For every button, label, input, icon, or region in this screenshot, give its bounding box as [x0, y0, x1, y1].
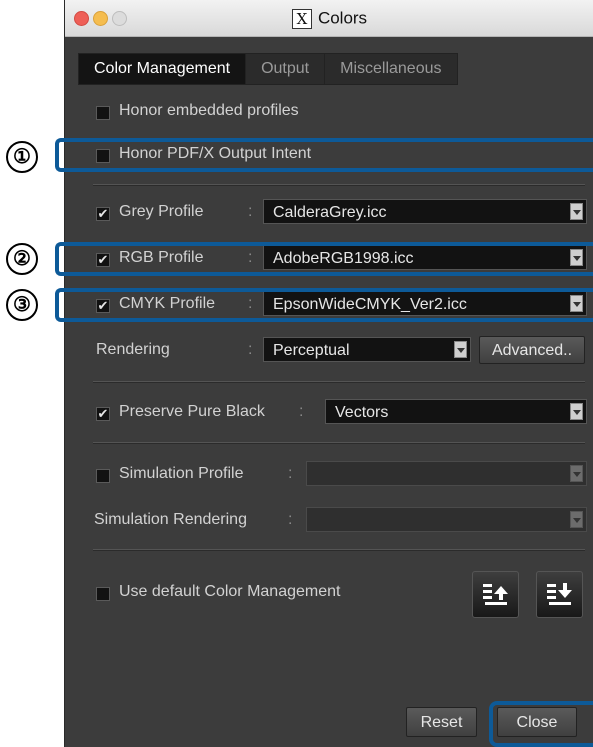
callout-frame-1 [55, 138, 593, 172]
callout-number-1: ① [6, 141, 38, 173]
reset-button[interactable]: Reset [406, 707, 477, 737]
simulation-profile-checkbox[interactable] [96, 469, 110, 483]
divider [93, 381, 585, 383]
simulation-rendering-select[interactable] [306, 507, 587, 532]
export-settings-button[interactable] [536, 571, 583, 618]
honor-embedded-checkbox[interactable] [96, 106, 110, 120]
colors-window: X Colors Color Management Output Miscella… [64, 0, 593, 747]
divider [93, 442, 585, 444]
grey-profile-checkbox[interactable]: ✔ [96, 207, 110, 221]
tab-bar: Color Management Output Miscellaneous [78, 53, 458, 85]
app-icon: X [291, 8, 312, 29]
separator-colon: : [288, 511, 293, 528]
chevron-down-icon [570, 403, 583, 420]
separator-colon: : [299, 403, 304, 420]
tab-color-management[interactable]: Color Management [78, 53, 247, 85]
chevron-down-icon [570, 203, 583, 220]
close-highlight-frame [489, 701, 593, 747]
chevron-down-icon [570, 465, 583, 482]
import-settings-button[interactable] [472, 571, 519, 618]
callout-frame-3 [55, 288, 593, 322]
grey-profile-value: CalderaGrey.icc [273, 204, 387, 221]
simulation-rendering-label: Simulation Rendering [94, 511, 247, 528]
honor-embedded-label: Honor embedded profiles [119, 102, 299, 119]
title-bar[interactable]: X Colors [65, 0, 593, 37]
default-cm-checkbox[interactable] [96, 587, 110, 601]
grey-profile-select[interactable]: CalderaGrey.icc [263, 199, 587, 224]
rendering-select[interactable]: Perceptual [263, 337, 471, 362]
chevron-down-icon [454, 341, 467, 358]
tab-miscellaneous[interactable]: Miscellaneous [325, 53, 458, 85]
separator-colon: : [288, 465, 293, 482]
grey-profile-label: Grey Profile [119, 203, 204, 220]
default-cm-label: Use default Color Management [119, 583, 341, 600]
separator-colon: : [248, 341, 253, 358]
rendering-value: Perceptual [273, 342, 350, 359]
preserve-black-checkbox[interactable]: ✔ [96, 407, 110, 421]
chevron-down-icon [570, 511, 583, 528]
preserve-black-value: Vectors [335, 404, 389, 421]
simulation-profile-select[interactable] [306, 461, 587, 486]
export-icon [547, 583, 572, 605]
divider [93, 184, 585, 186]
callout-frame-2 [55, 242, 593, 276]
advanced-button[interactable]: Advanced.. [479, 336, 585, 364]
callout-number-3: ③ [6, 289, 38, 321]
tab-output[interactable]: Output [246, 53, 326, 85]
divider [93, 549, 585, 551]
import-icon [483, 584, 508, 605]
rendering-label: Rendering [96, 341, 170, 358]
preserve-black-label: Preserve Pure Black [119, 403, 265, 420]
callout-number-2: ② [6, 243, 38, 275]
preserve-black-select[interactable]: Vectors [325, 399, 587, 424]
simulation-profile-label: Simulation Profile [119, 465, 244, 482]
window-title: Colors [317, 8, 368, 28]
separator-colon: : [248, 203, 253, 220]
